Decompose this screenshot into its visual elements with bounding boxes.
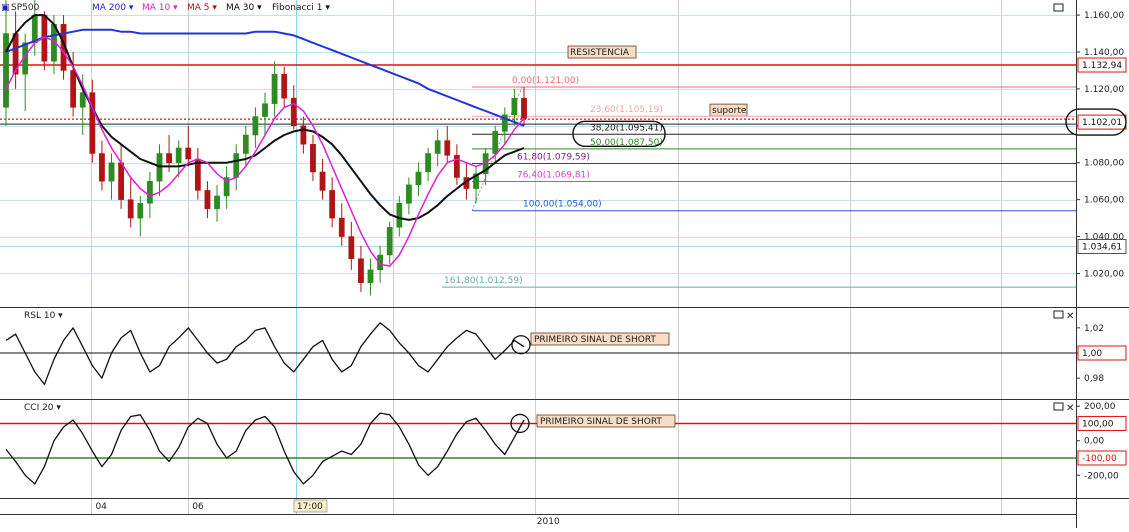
rsl-annotation: PRIMEIRO SINAL DE SHORT [534, 335, 656, 345]
symbol-icon[interactable]: ▣ [1, 3, 10, 13]
fibonacci-indicator[interactable]: Fibonacci 1 ▾ [272, 3, 330, 13]
candle-body [70, 70, 77, 108]
fibonacci-label: 38,20(1.095,41) [590, 123, 663, 133]
candle-body [338, 217, 345, 237]
price-axis-label: 1.120,00 [1084, 85, 1124, 95]
ma200-dropdown-icon: ▾ [128, 3, 134, 13]
fibonacci-label: 0,00(1.121,00) [512, 76, 579, 86]
ma10-label: MA 10 [142, 3, 171, 13]
symbol-label[interactable]: SP500 [11, 3, 39, 13]
ma10-dropdown-icon: ▾ [173, 3, 178, 13]
price-axis-label: 1.060,00 [1084, 196, 1124, 206]
cci-axis-label: 200,00 [1084, 402, 1116, 412]
ma10-indicator[interactable]: MA 10 ▾ [142, 3, 178, 13]
candle-body [118, 162, 124, 200]
support-label: suporte [712, 106, 747, 116]
cci-axis-label: -200,00 [1084, 471, 1119, 481]
candle-body [99, 153, 105, 182]
price-axis-label: 1.080,00 [1084, 159, 1124, 169]
candle-body [262, 103, 268, 117]
rsl-maximize-icon [1053, 310, 1064, 319]
candle-body [252, 116, 259, 136]
rsl-reference-tag: 1,00 [1082, 349, 1102, 359]
candle-body [511, 97, 518, 115]
candle-body [434, 140, 441, 154]
candle-body [271, 73, 278, 104]
cci-axis-label: 0,00 [1084, 437, 1104, 447]
fibonacci-label: 61,80(1.079,59) [517, 152, 590, 162]
candle-body [3, 33, 9, 108]
candle-body [214, 195, 220, 210]
candle-body [444, 140, 451, 156]
fibonacci-dropdown-icon: ▾ [325, 3, 330, 13]
candle-body [204, 190, 211, 210]
fibonacci-label: Fibonacci 1 [272, 3, 323, 13]
fibonacci-label: 23,60(1.105,19) [590, 105, 663, 115]
rsl-line [5, 322, 525, 386]
ma30-dropdown-icon: ▾ [257, 3, 262, 13]
chart-canvas: RESISTENCIA suporte 0,00(1.121,00) 23,60(1.… [0, 0, 1129, 528]
chart-root: RESISTENCIA suporte 0,00(1.121,00) 23,60(1.… [0, 0, 1129, 528]
candle-body [348, 236, 355, 259]
cci-title: CCI 20 ▾ [24, 403, 61, 413]
candle-body [233, 153, 240, 178]
candle-body [406, 184, 412, 204]
candle-body [319, 171, 326, 191]
price-axis-label: 1.020,00 [1084, 269, 1124, 279]
candle-body [415, 171, 422, 186]
cci-reference-tag: -100,00 [1082, 454, 1117, 464]
rsl-axis-label: 0,98 [1084, 374, 1104, 384]
ma30-label: MA 30 [226, 3, 255, 13]
ma200-indicator[interactable]: MA 200 ▾ [92, 3, 133, 13]
time-axis-label: 17:00 [297, 502, 323, 512]
candle-body [281, 73, 288, 99]
cci-close-icon: ✕ [1066, 403, 1074, 414]
candle-body [127, 199, 134, 219]
ma5-indicator[interactable]: MA 5 ▾ [187, 3, 217, 13]
maximize-icon [1053, 3, 1064, 12]
price-axis-label: 1.160,00 [1084, 11, 1124, 21]
candle-body [147, 180, 153, 204]
time-axis-label: 06 [192, 502, 204, 512]
candle-body [242, 134, 249, 154]
fibonacci-label: 161,80(1.012,59) [444, 276, 523, 286]
candle-body [175, 147, 182, 163]
candle-body [367, 269, 374, 283]
candle-body [329, 190, 336, 219]
reference-price-tag: 1.034,61 [1082, 243, 1122, 253]
candle-body [358, 258, 364, 283]
candle-body [166, 153, 172, 163]
candle-body [290, 97, 297, 127]
price-axis-label: 1.140,00 [1084, 48, 1124, 58]
rsl-axis-label: 1,02 [1084, 324, 1104, 334]
fibonacci-label: 100,00(1.054,00) [523, 200, 602, 210]
support-price-tag: 1.102,01 [1082, 118, 1122, 128]
rsl-title: RSL 10 ▾ [24, 311, 63, 321]
candle-body [310, 144, 316, 173]
cci-maximize-icon [1053, 402, 1064, 411]
candle-body [386, 227, 393, 256]
time-axis-label: 04 [95, 502, 107, 512]
time-axis-label: 2010 [537, 517, 560, 527]
candle-body [396, 203, 403, 228]
candle-body [108, 162, 115, 182]
resistance-price-tag: 1.132,94 [1082, 61, 1122, 71]
rsl-close-icon: ✕ [1066, 311, 1074, 322]
ma5-label: MA 5 [187, 3, 210, 13]
cci-reference-tag: 100,00 [1082, 419, 1114, 429]
candle-body [79, 92, 86, 108]
candle-body [137, 203, 144, 219]
ma30-indicator[interactable]: MA 30 ▾ [226, 3, 262, 13]
fibonacci-label: 76,40(1.069,81) [517, 171, 590, 181]
candle-body [521, 97, 527, 119]
candle-body [31, 14, 38, 44]
resistance-label: RESISTENCIA [570, 48, 630, 58]
candle-body [425, 153, 431, 173]
ma5-dropdown-icon: ▾ [212, 3, 217, 13]
ma200-label: MA 200 [92, 3, 126, 13]
cci-annotation: PRIMEIRO SINAL DE SHORT [540, 417, 662, 427]
candle-body [492, 131, 499, 154]
candle-body [185, 147, 192, 160]
